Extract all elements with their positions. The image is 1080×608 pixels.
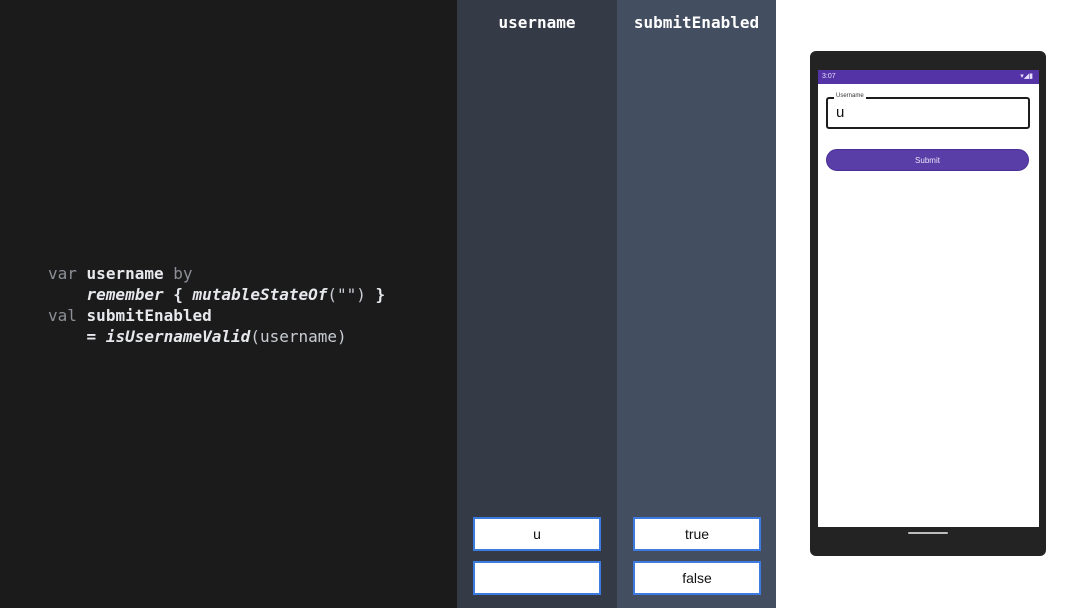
username-text-field[interactable]: Username u (826, 93, 1030, 129)
keyword-by: by (173, 264, 193, 283)
signal-battery-icon: ▾◢▮ (1020, 73, 1033, 80)
code-line-3: val submitEnabled (48, 306, 212, 325)
brace-open: { (173, 285, 183, 304)
submitenabled-state-column: submitEnabled true false (617, 0, 776, 608)
username-value-previous (473, 561, 601, 595)
operator-equals: = (86, 327, 97, 346)
keyword-val: val (48, 306, 77, 325)
brace-close: } (375, 285, 386, 304)
submitenabled-value-previous: false (633, 561, 761, 595)
column-header-submitenabled: submitEnabled (633, 13, 760, 32)
code-line-1: var username by (48, 264, 193, 283)
function-remember: remember (86, 285, 164, 304)
username-state-column: username u (457, 0, 617, 608)
keyword-var: var (48, 264, 77, 283)
submit-button[interactable]: Submit (826, 149, 1029, 171)
status-bar: 3:07 ▾◢▮ (818, 70, 1039, 84)
username-field-value[interactable]: u (836, 104, 844, 121)
function-isusernamevalid: isUsernameValid (105, 327, 251, 346)
identifier-submitenabled: submitEnabled (86, 306, 212, 325)
code-args: ("") (327, 285, 366, 304)
code-line-2: remember { mutableStateOf("") } (48, 285, 386, 304)
function-mutablestateof: mutableStateOf (192, 285, 328, 304)
code-line-4: = isUsernameValid(username) (48, 327, 347, 346)
home-indicator[interactable] (908, 532, 948, 534)
username-field-label: Username (834, 93, 866, 99)
column-header-username: username (498, 13, 576, 32)
username-value-current: u (473, 517, 601, 551)
submitenabled-value-current: true (633, 517, 761, 551)
identifier-username: username (86, 264, 164, 283)
code-snippet: var username by remember { mutableStateO… (48, 263, 385, 347)
code-panel: var username by remember { mutableStateO… (0, 0, 457, 608)
status-time: 3:07 (822, 73, 836, 80)
phone-frame: 3:07 ▾◢▮ Username u Submit (810, 51, 1046, 556)
phone-screen: 3:07 ▾◢▮ Username u Submit (818, 70, 1039, 527)
code-args: (username) (250, 327, 347, 346)
